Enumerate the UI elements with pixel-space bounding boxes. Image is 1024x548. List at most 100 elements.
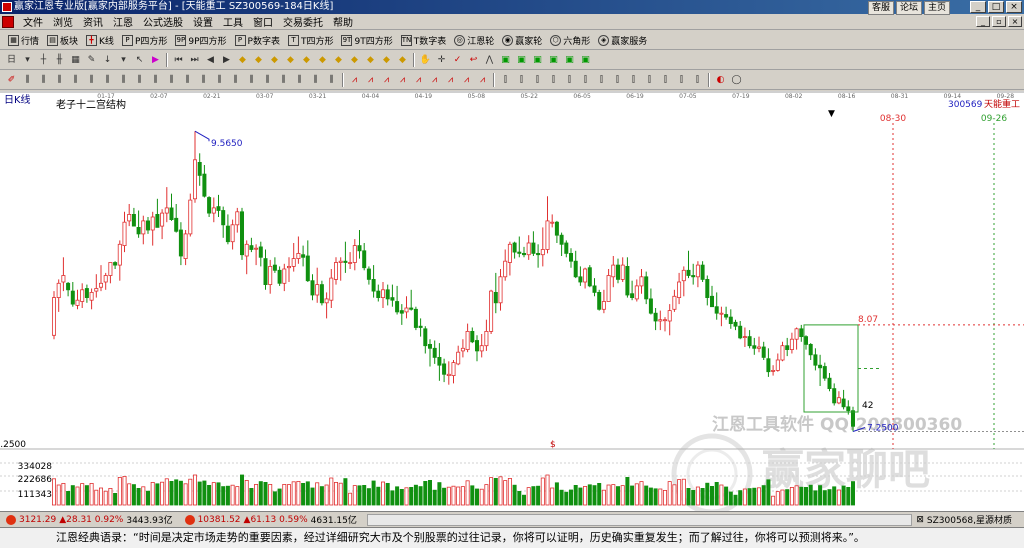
child-close-button[interactable]: × [1008, 16, 1022, 27]
ruler-icon[interactable]: ⫿ [642, 73, 657, 87]
comb-icon[interactable]: ⫼ [260, 73, 275, 87]
menu-tools[interactable]: 工具 [218, 14, 248, 29]
comb-icon[interactable]: ⫼ [84, 73, 99, 87]
comb-icon[interactable]: ⫼ [196, 73, 211, 87]
menu-file[interactable]: 文件 [18, 14, 48, 29]
ruler-icon[interactable]: ⫿ [530, 73, 545, 87]
link-home[interactable]: 主页 [923, 1, 950, 15]
box-icon[interactable]: ▣ [578, 53, 593, 67]
ruler-icon[interactable]: ⫿ [690, 73, 705, 87]
shanghai-index[interactable]: 3121.29 ▲28.31 0.92% 3443.93亿 [0, 513, 179, 526]
menu-settings[interactable]: 设置 [188, 14, 218, 29]
diamond-icon[interactable]: ◆ [283, 53, 298, 67]
tool-t-square[interactable]: T T四方形 [284, 34, 338, 47]
comb-icon[interactable]: ⫼ [52, 73, 67, 87]
shenzhen-index[interactable]: 10381.52 ▲61.13 0.59% 4631.15亿 [179, 513, 363, 526]
box-icon[interactable]: ▣ [498, 53, 513, 67]
menu-help[interactable]: 帮助 [328, 14, 358, 29]
pencil-icon[interactable]: ✐ [4, 73, 19, 87]
tool-p-square[interactable]: P P四方形 [118, 34, 171, 47]
comb-icon[interactable]: ⫼ [212, 73, 227, 87]
tool-p-table[interactable]: P P数字表 [231, 34, 284, 47]
zigzag-icon[interactable]: ⩘ [459, 73, 474, 87]
ruler-icon[interactable]: ⫿ [498, 73, 513, 87]
diamond-icon[interactable]: ◆ [395, 53, 410, 67]
box-icon[interactable]: ▣ [530, 53, 545, 67]
tool-9p-square[interactable]: 9P 9P四方形 [171, 34, 230, 47]
diamond-icon[interactable]: ◆ [299, 53, 314, 67]
color-wheel-icon[interactable]: ◐ [713, 73, 728, 87]
menu-formula[interactable]: 公式选股 [138, 14, 188, 29]
comb-icon[interactable]: ⫼ [132, 73, 147, 87]
chevron-down-icon[interactable]: ▾ [116, 53, 131, 67]
menu-trade[interactable]: 交易委托 [278, 14, 328, 29]
tool-sectors[interactable]: ▤ 板块 [43, 34, 82, 47]
comb-icon[interactable]: ⫼ [308, 73, 323, 87]
comb-icon[interactable]: ⫼ [276, 73, 291, 87]
minimize-button[interactable]: _ [970, 1, 986, 13]
ring-icon[interactable]: ◯ [729, 73, 744, 87]
hand-icon[interactable]: ✋ [418, 53, 433, 67]
child-restore-button[interactable]: ▫ [992, 16, 1006, 27]
comb-icon[interactable]: ⫼ [148, 73, 163, 87]
box-icon[interactable]: ▣ [514, 53, 529, 67]
chevron-down-icon[interactable]: ▾ [20, 53, 35, 67]
zigzag-icon[interactable]: ⩘ [347, 73, 362, 87]
maximize-button[interactable]: □ [988, 1, 1004, 13]
kline-chart[interactable]: 江恩工具软件 QQ:200800360 赢家聊吧 01-17 02-07 02-21… [0, 91, 1024, 515]
diamond-icon[interactable]: ◆ [347, 53, 362, 67]
peak-icon[interactable]: ⋀ [482, 53, 497, 67]
tool-hexagon[interactable]: ⬡ 六角形 [546, 34, 594, 47]
cross-icon[interactable]: ✛ [434, 53, 449, 67]
zigzag-icon[interactable]: ⩘ [411, 73, 426, 87]
menu-window[interactable]: 窗口 [248, 14, 278, 29]
horizontal-scrollbar[interactable] [366, 513, 913, 526]
diamond-icon[interactable]: ◆ [235, 53, 250, 67]
link-service[interactable]: 客服 [867, 1, 894, 15]
comb-icon[interactable]: ⫼ [180, 73, 195, 87]
comb-icon[interactable]: ⫼ [36, 73, 51, 87]
comb-icon[interactable]: ⫼ [324, 73, 339, 87]
tool-9t-square[interactable]: 9T 9T四方形 [337, 34, 396, 47]
right-icon[interactable]: ▶ [219, 53, 234, 67]
box-icon[interactable]: ▣ [562, 53, 577, 67]
tool-t-table[interactable]: TN T数字表 [397, 34, 451, 47]
tool-gann-wheel[interactable]: ◎ 江恩轮 [450, 34, 498, 47]
first-icon[interactable]: ⏮ [171, 53, 186, 67]
close-button[interactable]: × [1006, 1, 1022, 13]
zigzag-icon[interactable]: ⩘ [443, 73, 458, 87]
current-stock[interactable]: ⊠ SZ300568,星源材质 [916, 513, 1024, 527]
zigzag-icon[interactable]: ⩘ [379, 73, 394, 87]
ruler-icon[interactable]: ⫿ [626, 73, 641, 87]
dropdown-marker[interactable]: ▼ [828, 109, 835, 119]
ruler-icon[interactable]: ⫿ [514, 73, 529, 87]
comb-icon[interactable]: ⫼ [68, 73, 83, 87]
child-minimize-button[interactable]: _ [976, 16, 990, 27]
comb-icon[interactable]: ⫼ [164, 73, 179, 87]
zigzag-icon[interactable]: ⩘ [363, 73, 378, 87]
comb-icon[interactable]: ⫼ [292, 73, 307, 87]
down-arrow-icon[interactable]: ↓ [100, 53, 115, 67]
pen-icon[interactable]: ✎ [84, 53, 99, 67]
comb-icon[interactable]: ⫼ [20, 73, 35, 87]
ruler-icon[interactable]: ⫿ [562, 73, 577, 87]
diamond-icon[interactable]: ◆ [315, 53, 330, 67]
grid-icon[interactable]: ▦ [68, 53, 83, 67]
diamond-icon[interactable]: ◆ [267, 53, 282, 67]
link-forum[interactable]: 论坛 [895, 1, 922, 15]
ruler-icon[interactable]: ⫿ [594, 73, 609, 87]
play-icon[interactable]: ▶ [148, 53, 163, 67]
last-icon[interactable]: ⏭ [187, 53, 202, 67]
diamond-icon[interactable]: ◆ [363, 53, 378, 67]
diamond-icon[interactable]: ◆ [251, 53, 266, 67]
zigzag-icon[interactable]: ⩘ [395, 73, 410, 87]
ruler-icon[interactable]: ⫿ [610, 73, 625, 87]
tool-kline[interactable]: ╋ K线 [82, 34, 118, 47]
tool-quotes[interactable]: ▦ 行情 [4, 34, 43, 47]
comb-icon[interactable]: ⫼ [116, 73, 131, 87]
bar-icon[interactable]: ╫ [52, 53, 67, 67]
ruler-icon[interactable]: ⫿ [578, 73, 593, 87]
comb-icon[interactable]: ⫼ [244, 73, 259, 87]
diamond-icon[interactable]: ◆ [379, 53, 394, 67]
kline-icon[interactable]: ┼ [36, 53, 51, 67]
